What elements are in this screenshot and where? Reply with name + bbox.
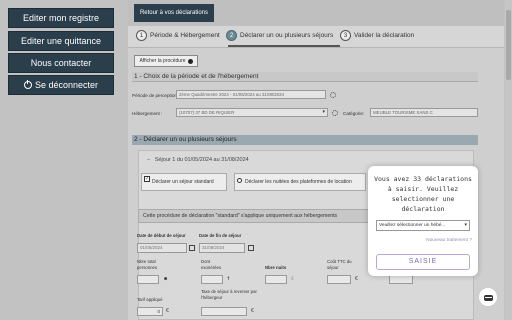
sidebar-item-quittance[interactable]: Editer une quittance [8,31,114,51]
declaration-select[interactable]: Veuillez sélectionner un hébé... ▾ [376,220,470,231]
declaration-popup: Vous avez 33 déclarations à saisir. Veui… [368,166,478,276]
lodging-label: Hébergement : [132,111,163,116]
people-icon: ☻ [163,276,169,282]
tax-input[interactable] [201,307,247,316]
check-icon: ✓ [144,176,150,182]
chevron-down-icon: ▾ [322,109,325,115]
step-number: 3 [340,30,351,41]
tariff-input[interactable]: 0 [137,307,163,316]
period-value: 2ème Quadrimestre 2024 - 01/05/2024 au 3… [179,92,284,97]
option-platform-label: Déclarer les nuitées des plateformes de … [245,179,352,185]
option-standard[interactable]: ✓ Déclarer un séjour standard [141,173,227,191]
logout-button[interactable]: Se déconnecter [8,75,114,95]
step-3[interactable]: 3 Valider la déclaration [340,30,414,41]
step-label: Période & Hébergement [150,32,220,39]
option-platform[interactable]: Déclarer les nuitées des plateformes de … [234,173,366,191]
section1-title: 1 - Choix de la période et de l'hébergem… [132,72,478,82]
active-step-indicator [228,45,340,47]
scrollbar[interactable] [505,0,512,320]
step-number: 2 [226,30,237,41]
top-bar: Retour à vos déclarations [128,0,504,26]
tariff-label: Tarif appliqué [137,297,163,302]
persons-label: Nbre total personnes [137,259,158,270]
gear-icon[interactable] [330,92,336,98]
euro-icon: € [355,276,358,282]
popup-message: Vous avez 33 déclarations à saisir. Veui… [374,175,472,213]
exempt-label: Dont exonérées [201,259,222,270]
gear-icon[interactable] [332,110,338,116]
sidebar: Editer mon registre Editer une quittance… [0,0,122,320]
declaration-select-value: Veuillez sélectionner un hébé... [379,223,446,228]
show-procedure-label: Afficher la procédure [139,58,186,64]
sidebar-item-label: Se déconnecter [34,80,99,90]
show-procedure-button[interactable]: Afficher la procédure [134,55,198,67]
sidebar-item-label: Nous contacter [30,58,92,68]
new-treatment-link[interactable]: Nouveau traitement ? [426,238,472,243]
nights-input[interactable] [265,275,287,284]
stay-title: − Séjour 1 du 01/05/2024 au 31/08/2024 [147,157,249,163]
exempt-input[interactable] [201,275,223,284]
calendar-icon[interactable] [189,245,195,251]
tax-label: Taxe de séjour à reverser par l'hébergeu… [201,289,257,300]
stepper: 1 Période & Hébergement 2 Déclarer un ou… [128,26,504,48]
euro-icon: € [251,308,254,314]
person-icon: ☨ [227,276,230,282]
step-number: 1 [136,30,147,41]
cost-input[interactable] [327,275,351,284]
step-label: Déclarer un ou plusieurs séjours [240,32,334,39]
lodging-value: (10707) 37 BD DE RIQUIER [179,110,235,115]
nights-label: Nbre nuits [265,265,287,270]
scrollbar-thumb[interactable] [506,10,511,80]
category-label: Catégorie: [343,111,365,116]
sidebar-item-label: Editer mon registre [22,13,100,23]
section2-title: 2 - Déclarer un ou plusieurs séjours [132,135,478,145]
lodging-select[interactable]: (10707) 37 BD DE RIQUIER ▾ [176,108,328,117]
step-1[interactable]: 1 Période & Hébergement [136,30,220,41]
extra-input[interactable] [389,275,413,284]
euro-icon: € [166,308,169,314]
stay-title-text: Séjour 1 du 01/05/2024 au 31/08/2024 [154,157,249,163]
persons-input[interactable] [137,275,159,284]
sidebar-item-contact[interactable]: Nous contacter [8,53,114,73]
moon-icon: ☾ [291,276,296,282]
step-label: Valider la déclaration [354,32,415,39]
chevron-down-icon: ▾ [464,222,467,228]
sidebar-item-label: Editer une quittance [20,36,102,46]
sidebar-item-registre[interactable]: Editer mon registre [8,8,114,28]
radio-icon [237,178,242,183]
category-field: MEUBLE TOURISME SANS C [370,108,478,117]
period-label: Période de perception: [132,93,179,98]
back-to-declarations-button[interactable]: Retour à vos déclarations [134,4,214,22]
start-date-input[interactable]: 01/05/2024 [137,243,187,253]
saisie-button[interactable]: SAISIE [376,254,470,270]
calendar-icon[interactable] [248,245,254,251]
cost-label: Coût TTC du séjour [327,259,352,270]
start-date-label: Date de début de séjour [137,233,186,238]
end-date-label: Date de fin de séjour [199,233,242,238]
power-icon [23,80,32,89]
category-value: MEUBLE TOURISME SANS C [373,110,433,115]
chatbot-icon[interactable] [478,287,498,307]
option-standard-label: Déclarer un séjour standard [152,179,214,185]
collapse-icon[interactable]: − [147,157,150,163]
info-icon [187,58,193,64]
end-date-input[interactable]: 31/08/2024 [199,243,245,253]
period-select[interactable]: 2ème Quadrimestre 2024 - 01/05/2024 au 3… [176,90,326,99]
step-2[interactable]: 2 Déclarer un ou plusieurs séjours [226,30,333,41]
